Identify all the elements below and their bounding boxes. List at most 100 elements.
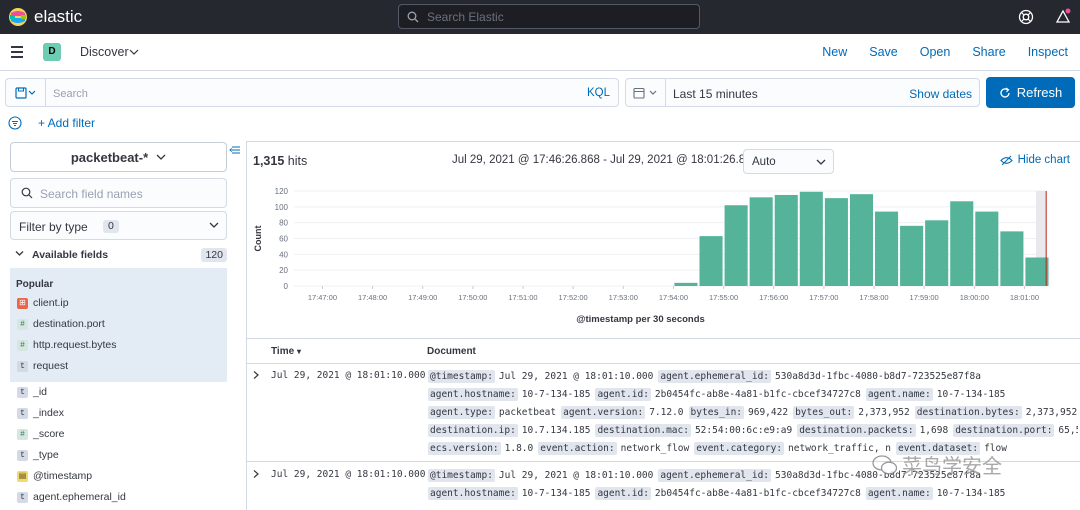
histogram-bar <box>925 220 949 286</box>
open-link[interactable]: Open <box>920 45 951 59</box>
document-summary: @timestamp: Jul 29, 2021 @ 18:01:10.000 ag… <box>428 367 1078 457</box>
field-value: 2b0454fc-ab8e-4a81-b1fc-cbcef34727c8 <box>654 487 861 499</box>
expand-row-icon[interactable] <box>252 370 260 383</box>
field-item[interactable]: t _index <box>17 405 64 421</box>
field-value: 530a8d3d-1fbc-4080-b8d7-723525e87f8a <box>775 370 981 382</box>
field-value: 1.8.0 <box>504 442 534 454</box>
share-link[interactable]: Share <box>972 45 1005 59</box>
kql-toggle[interactable]: KQL <box>587 87 610 99</box>
help-icon[interactable] <box>1017 8 1035 26</box>
hits-number: 1,315 <box>253 154 285 168</box>
index-pattern-selector[interactable]: packetbeat-* <box>10 142 227 172</box>
show-dates-button[interactable]: Show dates <box>909 87 972 101</box>
menu-icon[interactable] <box>11 46 23 58</box>
quick-select-button[interactable] <box>626 79 666 106</box>
collapse-sidebar-icon[interactable] <box>229 145 241 155</box>
popular-field-item[interactable]: # destination.port <box>17 316 105 332</box>
field-item[interactable]: t _type <box>17 447 59 463</box>
y-tick-label: 120 <box>275 187 289 196</box>
histogram-bar <box>975 211 999 286</box>
field-key: event.category: <box>694 441 785 455</box>
histogram-bar <box>774 194 798 286</box>
x-tick-label: 17:47:00 <box>308 293 337 302</box>
popular-field-item[interactable]: ⊞ client.ip <box>17 295 69 311</box>
field-value-pair: event.category: network_traffic, n <box>694 441 891 455</box>
histogram-bar <box>699 236 723 286</box>
date-picker[interactable]: Last 15 minutes Show dates <box>625 78 980 107</box>
document-line: agent.type: packetbeat agent.version: 7.12.… <box>428 403 1078 421</box>
field-name: @timestamp <box>33 470 93 482</box>
news-feed-icon[interactable] <box>1054 8 1072 26</box>
saved-query-button[interactable] <box>5 78 45 107</box>
space-avatar[interactable]: D <box>43 43 61 61</box>
popular-field-item[interactable]: # http.request.bytes <box>17 337 116 353</box>
add-filter-button[interactable]: + Add filter <box>38 116 95 130</box>
refresh-button[interactable]: Refresh <box>986 77 1075 108</box>
field-value: Jul 29, 2021 @ 18:01:10.000 <box>498 469 654 481</box>
histogram-bar <box>824 198 848 286</box>
expand-row-icon[interactable] <box>252 469 260 482</box>
popular-field-item[interactable]: t request <box>17 358 68 374</box>
x-tick-label: 17:49:00 <box>408 293 437 302</box>
new-link[interactable]: New <box>822 45 847 59</box>
field-item[interactable]: t _id <box>17 384 47 400</box>
refresh-icon <box>1000 87 1010 98</box>
field-name: _type <box>33 449 59 461</box>
field-value-pair: agent.ephemeral_id: 530a8d3d-1fbc-4080-b8… <box>658 369 981 383</box>
sort-down-icon: ▾ <box>296 347 301 356</box>
chevron-down-icon <box>15 251 24 256</box>
field-key: ecs.version: <box>428 441 501 455</box>
document-line: destination.ip: 10.7.134.185 destination.m… <box>428 421 1078 439</box>
y-axis-label: Count <box>253 226 263 252</box>
elastic-logo[interactable]: elastic <box>8 6 82 28</box>
y-tick-label: 80 <box>279 219 288 228</box>
inspect-link[interactable]: Inspect <box>1028 45 1068 59</box>
calendar-icon <box>632 87 656 99</box>
field-key: agent.name: <box>865 486 933 500</box>
histogram-bar <box>724 205 748 286</box>
doc-table-header: Time ▾ Document <box>247 338 1080 364</box>
field-key: destination.bytes: <box>914 405 1022 419</box>
field-key: agent.id: <box>595 486 651 500</box>
y-tick-label: 60 <box>279 235 288 244</box>
document-line: agent.hostname: 10-7-134-185 agent.id: 2b04… <box>428 484 1078 502</box>
field-item[interactable]: # _score <box>17 426 65 442</box>
query-input[interactable]: Search KQL <box>45 78 619 107</box>
table-row[interactable]: Jul 29, 2021 @ 18:01:10.000 @timestamp: Ju… <box>247 365 1080 463</box>
histogram-chart[interactable]: 0 20 40 60 80 100 120 17:47:00 17:48:00 17:49:00 1… <box>247 182 1080 332</box>
filter-by-type-button[interactable]: Filter by type 0 <box>10 211 227 240</box>
field-value-pair: agent.id: 2b0454fc-ab8e-4a81-b1fc-cbcef34… <box>595 387 861 401</box>
field-value-pair: event.action: network_flow <box>538 441 689 455</box>
field-name: request <box>33 360 69 372</box>
x-tick-label: 17:55:00 <box>709 293 738 302</box>
field-key: agent.name: <box>865 387 933 401</box>
histogram-bar <box>749 197 773 286</box>
elastic-logo-icon <box>9 8 27 26</box>
ip-type-icon: ⊞ <box>17 297 28 309</box>
global-search-input[interactable]: Search Elastic <box>398 4 700 29</box>
field-search-input[interactable]: Search field names <box>10 178 227 208</box>
time-column-header[interactable]: Time ▾ <box>271 346 301 357</box>
row-timestamp: Jul 29, 2021 @ 18:01:10.000 <box>271 469 426 480</box>
breadcrumb-discover[interactable]: Discover <box>80 45 129 59</box>
field-key: agent.version: <box>561 405 646 419</box>
histogram-bar <box>1000 231 1024 286</box>
field-value-pair: bytes_in: 969,422 <box>688 405 789 419</box>
save-disk-icon <box>14 86 35 99</box>
field-value: 969,422 <box>748 406 789 418</box>
x-tick-label: 17:52:00 <box>559 293 588 302</box>
available-fields-toggle[interactable]: Available fields 120 <box>10 247 227 263</box>
date-type-icon: ▤ <box>17 470 28 482</box>
document-line: agent.hostname: 10-7-134-185 agent.id: 2b04… <box>428 385 1078 403</box>
hide-chart-button[interactable]: Hide chart <box>999 154 1070 166</box>
chevron-down-icon[interactable] <box>129 48 139 56</box>
field-item[interactable]: ▤ @timestamp <box>17 468 92 484</box>
chevron-down-icon <box>209 222 219 228</box>
field-value-pair: agent.hostname: 10-7-134-185 <box>428 387 590 401</box>
save-link[interactable]: Save <box>869 45 898 59</box>
field-item[interactable]: t agent.ephemeral_id <box>17 489 126 505</box>
interval-select[interactable]: Auto <box>743 149 834 174</box>
filter-options-icon[interactable] <box>8 116 22 130</box>
number-type-icon: # <box>17 339 28 351</box>
available-fields-count: 120 <box>201 248 227 262</box>
